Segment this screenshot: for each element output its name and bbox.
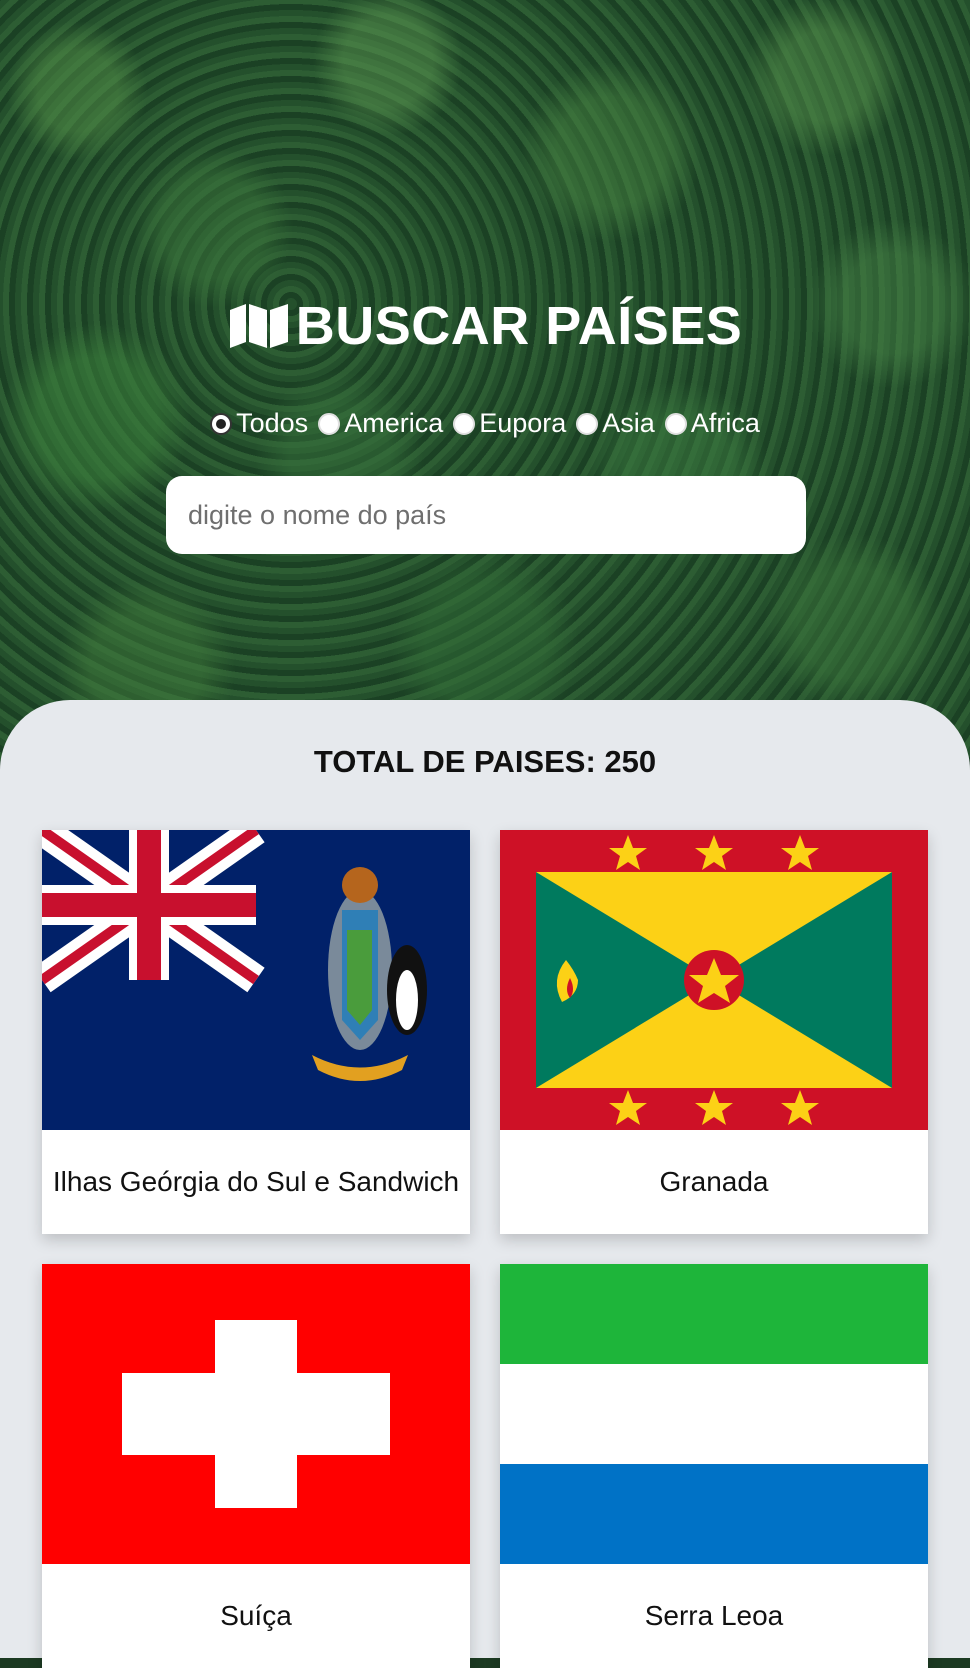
country-name: Ilhas Geórgia do Sul e Sandwich	[52, 1166, 460, 1197]
total-countries: TOTAL DE PAISES: 250	[313, 744, 657, 779]
filter-europa[interactable]: Eupora	[453, 408, 566, 439]
country-card[interactable]: Ilhas Geórgia do Sul e Sandwich	[42, 830, 470, 1234]
filter-europa-label: Eupora	[479, 408, 567, 438]
map-icon	[229, 304, 288, 348]
results-panel: TOTAL DE PAISES: 250 Ilhas Geórgia do Su…	[0, 700, 970, 1668]
country-name: Suíça	[220, 1600, 292, 1631]
radio-todos[interactable]	[210, 412, 233, 435]
switzerland-flag-icon	[42, 1264, 470, 1564]
radio-asia[interactable]	[576, 412, 599, 435]
page-title-text: BUSCAR PAÍSES	[295, 296, 743, 356]
filter-america[interactable]: America	[318, 408, 443, 439]
filter-america-label: America	[344, 408, 444, 438]
filter-asia[interactable]: Asia	[576, 408, 655, 439]
country-name: Serra Leoa	[644, 1600, 784, 1631]
hero-background: BUSCAR PAÍSES Todos America Eupora Asia …	[0, 0, 970, 760]
radio-africa[interactable]	[664, 412, 687, 435]
sierra-leone-flag-icon	[500, 1264, 928, 1564]
country-card[interactable]: Suíça	[42, 1264, 470, 1668]
region-filter-group: Todos America Eupora Asia Africa	[0, 408, 970, 439]
country-card[interactable]: Serra Leoa	[500, 1264, 928, 1668]
filter-africa-label: Africa	[690, 408, 760, 438]
filter-africa[interactable]: Africa	[664, 408, 760, 439]
page-title: BUSCAR PAÍSES	[0, 295, 970, 357]
south-georgia-flag-icon	[42, 830, 470, 1130]
search-box[interactable]	[166, 476, 806, 554]
radio-europa[interactable]	[453, 412, 476, 435]
radio-america[interactable]	[318, 412, 341, 435]
filter-asia-label: Asia	[602, 408, 655, 438]
grenada-flag-icon	[500, 830, 928, 1130]
filter-todos[interactable]: Todos	[210, 408, 308, 439]
search-input[interactable]	[186, 498, 786, 532]
country-card[interactable]: Granada	[500, 830, 928, 1234]
country-name: Granada	[659, 1166, 769, 1197]
filter-todos-label: Todos	[236, 408, 309, 438]
